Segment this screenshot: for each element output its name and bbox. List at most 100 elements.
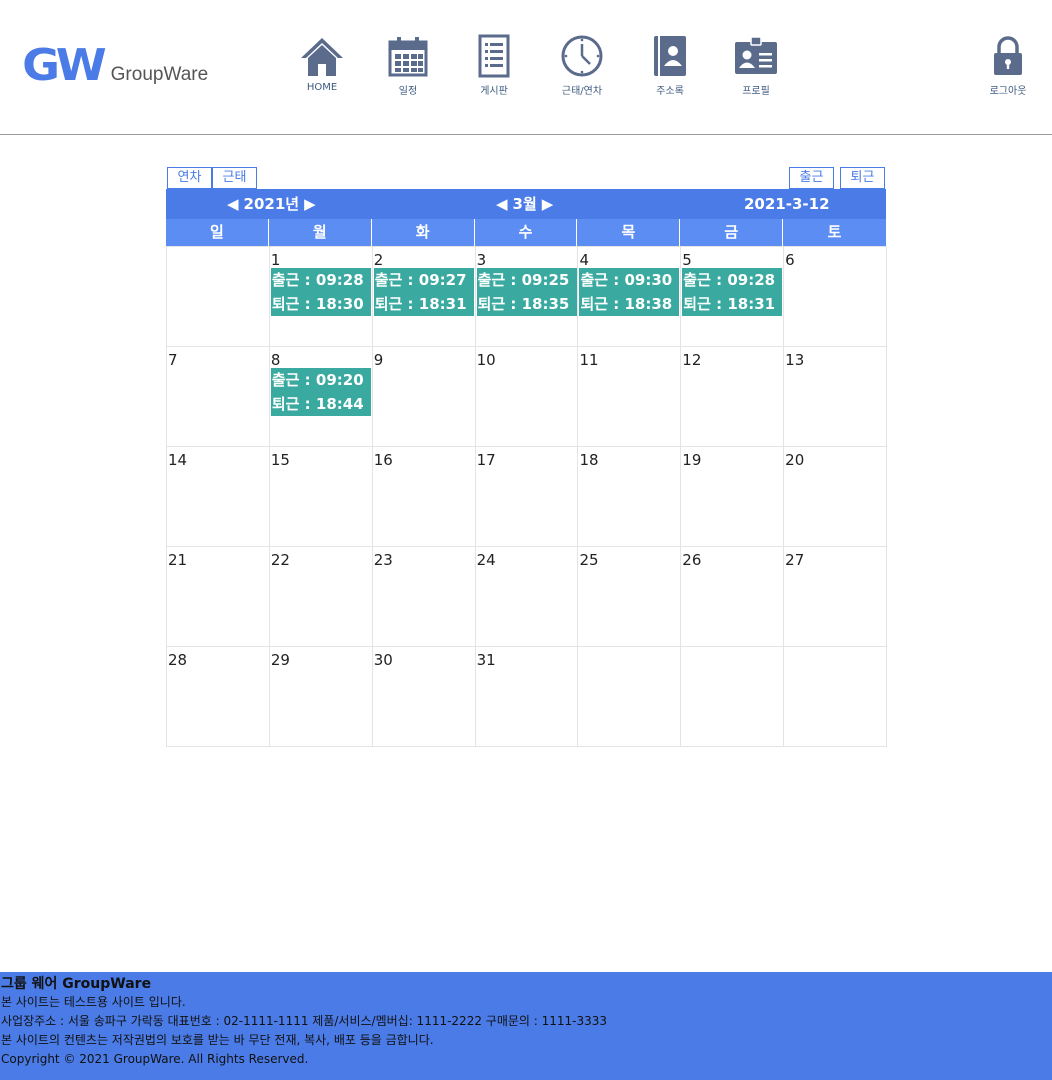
clock-icon [561, 35, 603, 77]
calendar-week-row: 28 29 30 31 [167, 647, 888, 747]
day-number: 1 [270, 251, 281, 269]
calendar-day-cell[interactable]: 30 [372, 647, 476, 747]
calendar: 연차 근태 출근 퇴근 ◀ 2021년 ▶ ◀ 3월 ▶ 2021-3-12 일… [166, 167, 888, 747]
nav-board[interactable]: 게시판 [459, 34, 529, 97]
attendance-record: 출근 : 09:28 퇴근 : 18:31 [682, 268, 783, 316]
day-number: 13 [785, 351, 805, 369]
nav-address-book-label: 주소록 [656, 86, 684, 97]
calendar-day-cell[interactable]: 29 [269, 647, 373, 747]
day-number: 21 [168, 551, 188, 569]
day-number: 14 [168, 451, 188, 469]
calendar-day-cell[interactable]: 3 출근 : 09:25 퇴근 : 18:35 [475, 247, 579, 347]
day-number: 27 [785, 551, 805, 569]
calendar-day-cell[interactable]: 18 [578, 447, 682, 547]
tab-attendance[interactable]: 근태 [212, 167, 257, 189]
clock-out-button[interactable]: 퇴근 [840, 167, 885, 189]
calendar-day-cell[interactable]: 31 [475, 647, 579, 747]
calendar-day-cell[interactable]: 26 [681, 547, 785, 647]
prev-year-icon[interactable]: ◀ [227, 189, 239, 219]
calendar-day-cell[interactable]: 13 [784, 347, 888, 447]
clock-in-button[interactable]: 출근 [789, 167, 834, 189]
calendar-day-cell[interactable]: 4 출근 : 09:30 퇴근 : 18:38 [578, 247, 682, 347]
day-number: 10 [476, 351, 496, 369]
tab-leave[interactable]: 연차 [167, 167, 212, 189]
nav-attendance[interactable]: 근태/연차 [547, 34, 617, 97]
day-number: 26 [682, 551, 702, 569]
day-number: 19 [682, 451, 702, 469]
calendar-day-cell[interactable]: 21 [167, 547, 270, 647]
weekday-sun: 일 [166, 219, 269, 246]
profile-card-icon [735, 36, 777, 74]
calendar-week-row: 21 22 23 24 25 26 27 [167, 547, 888, 647]
weekday-tue: 화 [372, 219, 475, 246]
day-number: 29 [270, 651, 290, 669]
prev-month-icon[interactable]: ◀ [496, 189, 508, 219]
nav-profile[interactable]: 프로필 [721, 34, 791, 97]
calendar-day-cell[interactable]: 14 [167, 447, 270, 547]
calendar-grid: 1 출근 : 09:28 퇴근 : 18:30 2 출근 : 09:27 퇴근 : 18:… [166, 246, 888, 747]
calendar-day-cell[interactable]: 12 [681, 347, 785, 447]
day-number: 16 [373, 451, 393, 469]
day-number: 25 [579, 551, 599, 569]
board-icon [478, 34, 510, 78]
next-month-icon[interactable]: ▶ [542, 189, 554, 219]
calendar-day-cell[interactable]: 28 [167, 647, 270, 747]
header: GW GroupWare HOME 일정 게시판 근태/연차 주소록 프로필 로… [0, 0, 1052, 135]
calendar-day-cell[interactable]: 20 [784, 447, 888, 547]
clock-out-time: 퇴근 : 18:30 [271, 295, 364, 313]
day-number: 22 [270, 551, 290, 569]
clock-out-time: 퇴근 : 18:38 [580, 295, 673, 313]
calendar-day-cell[interactable]: 16 [372, 447, 476, 547]
calendar-toolbar: 연차 근태 출근 퇴근 [166, 167, 886, 189]
clock-in-time: 출근 : 09:25 [477, 271, 570, 289]
footer-copyright: Copyright © 2021 GroupWare. All Rights R… [1, 1052, 309, 1066]
calendar-day-cell[interactable]: 10 [475, 347, 579, 447]
calendar-day-cell[interactable]: 7 [167, 347, 270, 447]
calendar-day-cell[interactable]: 25 [578, 547, 682, 647]
logo[interactable]: GW GroupWare [22, 42, 209, 88]
calendar-day-cell[interactable]: 19 [681, 447, 785, 547]
clock-out-time: 퇴근 : 18:35 [477, 295, 570, 313]
nav-address-book[interactable]: 주소록 [635, 34, 705, 97]
attendance-record: 출근 : 09:20 퇴근 : 18:44 [270, 368, 371, 416]
month-label: 3월 [512, 195, 537, 213]
logo-text: GroupWare [110, 64, 209, 85]
day-number: 24 [476, 551, 496, 569]
calendar-day-cell[interactable] [167, 247, 270, 347]
next-year-icon[interactable]: ▶ [304, 189, 316, 219]
day-number: 30 [373, 651, 393, 669]
calendar-day-cell[interactable]: 27 [784, 547, 888, 647]
calendar-week-row: 7 8 출근 : 09:20 퇴근 : 18:44 9 10 11 12 13 [167, 347, 888, 447]
calendar-day-cell[interactable] [681, 647, 785, 747]
calendar-day-cell[interactable]: 22 [269, 547, 373, 647]
calendar-day-cell[interactable] [784, 647, 888, 747]
calendar-day-cell[interactable]: 15 [269, 447, 373, 547]
footer-address: 사업장주소 : 서울 송파구 가락동 대표번호 : 02-1111-1111 제… [1, 1014, 608, 1028]
nav-board-label: 게시판 [480, 86, 508, 97]
calendar-day-cell[interactable]: 8 출근 : 09:20 퇴근 : 18:44 [269, 347, 373, 447]
calendar-day-cell[interactable]: 23 [372, 547, 476, 647]
calendar-day-cell[interactable]: 2 출근 : 09:27 퇴근 : 18:31 [372, 247, 476, 347]
calendar-day-cell[interactable]: 11 [578, 347, 682, 447]
calendar-day-cell[interactable]: 5 출근 : 09:28 퇴근 : 18:31 [681, 247, 785, 347]
calendar-day-cell[interactable]: 6 [784, 247, 888, 347]
footer-copyright-notice: 본 사이트의 컨텐츠는 저작권법의 보호를 받는 바 무단 전재, 복사, 배포… [1, 1033, 434, 1047]
nav-home[interactable]: HOME [287, 34, 357, 93]
day-number: 12 [682, 351, 702, 369]
calendar-day-cell[interactable]: 1 출근 : 09:28 퇴근 : 18:30 [269, 247, 373, 347]
calendar-day-cell[interactable]: 9 [372, 347, 476, 447]
calendar-day-cell[interactable]: 24 [475, 547, 579, 647]
clock-in-time: 출근 : 09:30 [580, 271, 673, 289]
weekday-thu: 목 [577, 219, 681, 246]
nav-schedule[interactable]: 일정 [373, 34, 443, 97]
logout-button[interactable]: 로그아웃 [973, 34, 1043, 97]
calendar-day-cell[interactable] [578, 647, 682, 747]
day-number: 9 [373, 351, 384, 369]
clock-in-time: 출근 : 09:20 [271, 371, 364, 389]
day-number: 4 [579, 251, 589, 269]
weekday-mon: 월 [269, 219, 372, 246]
home-icon [301, 38, 343, 76]
footer-title: 그룹 웨어 GroupWare [1, 976, 152, 992]
day-number: 18 [579, 451, 599, 469]
calendar-day-cell[interactable]: 17 [475, 447, 579, 547]
